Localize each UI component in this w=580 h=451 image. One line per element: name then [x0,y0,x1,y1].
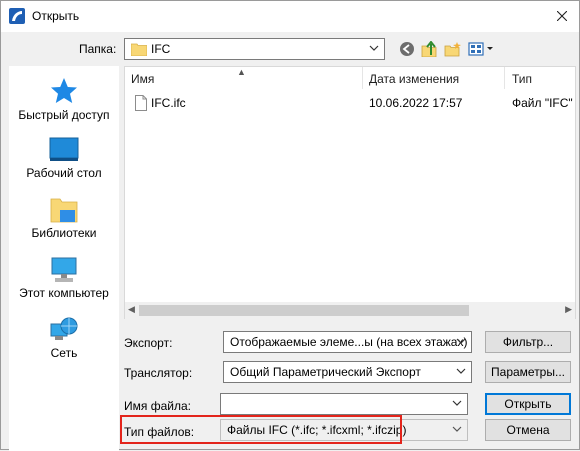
place-desktop[interactable]: Рабочий стол [9,136,119,180]
scroll-left-icon[interactable]: ◀ [128,304,135,315]
close-button[interactable] [549,4,575,28]
parameters-button[interactable]: Параметры... [485,361,571,383]
file-icon [135,95,147,111]
translator-value: Общий Параметрический Экспорт [230,365,421,379]
place-label: Этот компьютер [19,286,109,300]
app-logo-icon [9,8,25,24]
folder-icon [131,43,147,56]
open-dialog: Открыть Папка: IFC Быстрый доступ Рабочи… [0,0,580,451]
back-icon[interactable] [399,41,417,57]
computer-icon [51,257,77,282]
title-bar: Открыть [1,1,579,32]
chevron-down-icon [369,45,379,51]
up-folder-icon[interactable] [421,41,439,57]
place-label: Сеть [50,346,78,360]
close-icon [556,10,568,22]
star-icon [51,78,77,103]
place-label: Библиотеки [31,226,97,240]
file-name: IFC.ifc [151,96,186,110]
chevron-down-icon [452,400,462,406]
column-separator[interactable] [362,67,363,89]
new-folder-icon[interactable] [444,41,462,57]
open-button[interactable]: Открыть [485,393,571,415]
scrollbar-thumb[interactable] [139,305,469,316]
folder-value: IFC [151,42,171,56]
export-label: Экспорт: [124,336,173,350]
translator-dropdown[interactable]: Общий Параметрический Экспорт [223,361,472,383]
places-sidebar: Быстрый доступ Рабочий стол Библиотеки Э… [9,66,119,451]
libraries-icon [50,198,78,223]
filename-label: Имя файла: [124,399,191,413]
cancel-button[interactable]: Отмена [485,419,571,441]
file-type: Файл "IFC" [512,96,573,110]
place-this-pc[interactable]: Этот компьютер [9,256,119,300]
place-quick-access[interactable]: Быстрый доступ [9,76,119,122]
column-separator[interactable] [504,67,505,89]
filter-button[interactable]: Фильтр... [485,331,571,353]
export-dropdown[interactable]: Отображаемые элеме...ы (на всех этажах) [223,331,472,353]
table-row[interactable]: IFC.ifc 10.06.2022 17:57 Файл "IFC" [125,93,575,113]
folder-dropdown[interactable]: IFC [124,38,385,60]
horizontal-scrollbar[interactable]: ◀ ▶ [125,302,575,319]
desktop-icon [49,137,79,161]
file-list: ▲ Имя Дата изменения Тип IFC.ifc 10.06.2… [124,66,576,319]
folder-label: Папка: [79,42,117,56]
chevron-down-icon [456,338,466,344]
column-header-name[interactable]: Имя [131,72,154,86]
translator-label: Транслятор: [124,366,193,380]
sort-ascending-icon: ▲ [237,67,246,77]
export-value: Отображаемые элеме...ы (на всех этажах) [230,335,468,349]
highlight-box [120,415,402,444]
chevron-down-icon [452,426,462,432]
chevron-down-icon [456,368,466,374]
place-label: Рабочий стол [26,166,102,180]
place-libraries[interactable]: Библиотеки [9,196,119,240]
file-date: 10.06.2022 17:57 [369,96,463,110]
place-label: Быстрый доступ [18,108,110,122]
place-network[interactable]: Сеть [9,316,119,360]
window-title: Открыть [32,9,80,23]
scroll-right-icon[interactable]: ▶ [565,304,572,315]
column-header-date[interactable]: Дата изменения [369,72,459,86]
filename-input[interactable] [220,393,468,415]
view-menu-icon[interactable] [468,41,496,57]
network-icon [50,317,78,340]
column-header-type[interactable]: Тип [512,72,532,86]
